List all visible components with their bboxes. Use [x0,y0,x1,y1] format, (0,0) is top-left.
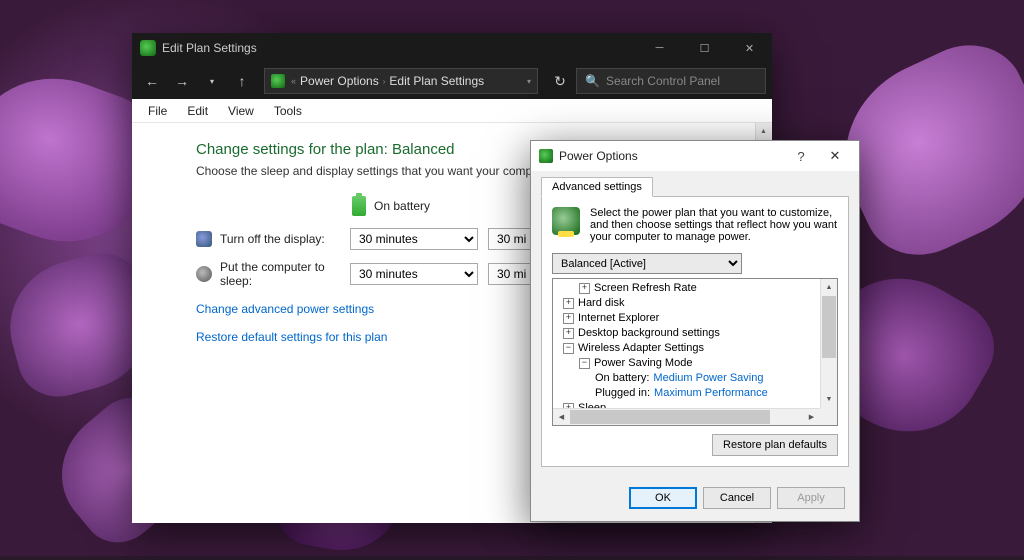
plugged-in-value[interactable]: Maximum Performance [654,386,768,401]
navigation-bar: ← → ▾ ↑ « Power Options › Edit Plan Sett… [132,63,772,99]
close-button[interactable]: ✕ [815,141,855,171]
close-button[interactable]: ✕ [727,33,772,63]
dialog-description: Select the power plan that you want to c… [590,207,838,243]
on-battery-column-label: On battery [374,199,430,213]
power-options-icon [271,74,285,88]
expand-icon[interactable]: + [563,313,574,324]
battery-icon [352,196,366,216]
menu-file[interactable]: File [138,101,177,121]
search-icon: 🔍 [585,74,600,88]
scroll-up-icon[interactable]: ▲ [756,123,771,140]
scroll-right-icon[interactable]: ▶ [803,409,820,425]
breadcrumb-item[interactable]: Power Options [300,74,379,88]
settings-tree: + Screen Refresh Rate + Hard disk + Interne… [552,278,838,426]
on-battery-label: On battery: [595,371,649,386]
scrollbar-thumb[interactable] [822,296,836,358]
up-button[interactable]: ↑ [228,67,256,95]
forward-button[interactable]: → [168,67,196,95]
power-options-icon [140,40,156,56]
tree-vertical-scrollbar[interactable]: ▲ ▼ [820,279,837,408]
on-battery-value[interactable]: Medium Power Saving [653,371,763,386]
cancel-button[interactable]: Cancel [703,487,771,509]
titlebar[interactable]: Edit Plan Settings ─ ☐ ✕ [132,33,772,63]
expand-icon[interactable]: + [579,283,590,294]
scroll-down-icon[interactable]: ▼ [821,391,837,408]
tree-item-screen-refresh[interactable]: Screen Refresh Rate [594,281,697,296]
sleep-label: Put the computer to sleep: [220,260,350,288]
maximize-button[interactable]: ☐ [682,33,727,63]
power-options-icon [539,149,553,163]
menu-edit[interactable]: Edit [177,101,218,121]
window-title: Edit Plan Settings [162,41,637,55]
sleep-icon [196,266,212,282]
sleep-battery-select[interactable]: 30 minutes [350,263,478,285]
dialog-titlebar[interactable]: Power Options ? ✕ [531,141,859,171]
tab-advanced-settings[interactable]: Advanced settings [541,177,653,197]
scrollbar-thumb[interactable] [570,410,770,424]
power-options-dialog: Power Options ? ✕ Advanced settings Sele… [530,140,860,522]
menu-bar: File Edit View Tools [132,99,772,123]
turn-off-display-label: Turn off the display: [220,232,350,246]
chevron-down-icon[interactable]: ▾ [527,77,531,86]
tree-item-hard-disk[interactable]: Hard disk [578,296,624,311]
help-button[interactable]: ? [787,149,815,164]
plugged-in-label: Plugged in: [595,386,650,401]
recent-locations-button[interactable]: ▾ [198,67,226,95]
restore-plan-defaults-button[interactable]: Restore plan defaults [712,434,838,456]
address-bar[interactable]: « Power Options › Edit Plan Settings ▾ [264,68,538,94]
expand-icon[interactable]: + [563,328,574,339]
chevron-right-icon: › [383,77,386,86]
dialog-title: Power Options [559,149,638,163]
turn-off-display-battery-select[interactable]: 30 minutes [350,228,478,250]
tab-panel: Select the power plan that you want to c… [541,196,849,467]
menu-view[interactable]: View [218,101,264,121]
menu-tools[interactable]: Tools [264,101,312,121]
tree-item-power-saving-mode[interactable]: Power Saving Mode [594,356,692,371]
apply-button[interactable]: Apply [777,487,845,509]
expand-icon[interactable]: + [563,298,574,309]
search-input[interactable]: 🔍 Search Control Panel [576,68,766,94]
scroll-left-icon[interactable]: ◀ [553,409,570,425]
display-icon [196,231,212,247]
tree-horizontal-scrollbar[interactable]: ◀ ▶ [553,408,820,425]
scroll-up-icon[interactable]: ▲ [821,279,837,296]
ok-button[interactable]: OK [629,487,697,509]
tree-item-desktop-background[interactable]: Desktop background settings [578,326,720,341]
breadcrumb-item[interactable]: Edit Plan Settings [389,74,484,88]
power-plan-select[interactable]: Balanced [Active] [552,253,742,274]
minimize-button[interactable]: ─ [637,33,682,63]
collapse-icon[interactable]: − [563,343,574,354]
tree-item-internet-explorer[interactable]: Internet Explorer [578,311,659,326]
dialog-footer: OK Cancel Apply [531,477,859,521]
tree-item-wireless-adapter[interactable]: Wireless Adapter Settings [578,341,704,356]
back-button[interactable]: ← [138,67,166,95]
refresh-button[interactable]: ↻ [546,67,574,95]
collapse-icon[interactable]: − [579,358,590,369]
power-plan-icon [552,207,580,235]
